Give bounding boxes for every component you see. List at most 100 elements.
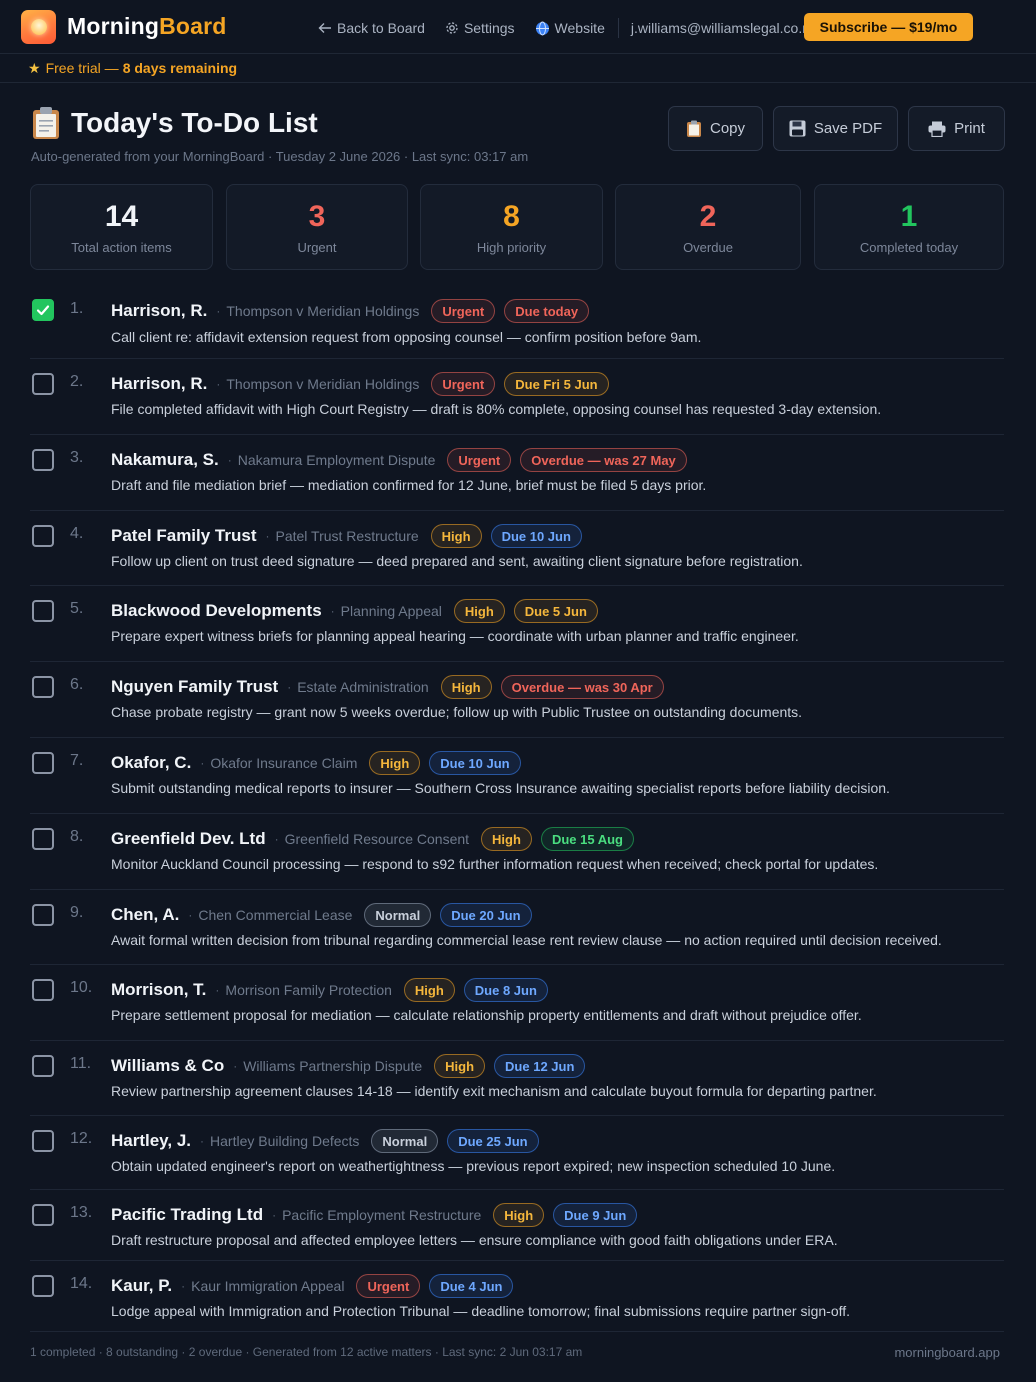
print-button[interactable]: Print [908, 106, 1005, 151]
checkmark-icon [36, 305, 50, 316]
task-checkbox[interactable] [32, 1275, 54, 1297]
task-checkbox[interactable] [32, 828, 54, 850]
separator-dot: · [200, 756, 205, 770]
task-row[interactable]: 11. Williams & Co · Williams Partnership Di… [30, 1041, 1004, 1116]
task-header: Kaur, P. · Kaur Immigration Appeal Urgent Du… [111, 1274, 522, 1298]
copy-button[interactable]: Copy [668, 106, 763, 151]
task-matter: Hartley Building Defects [210, 1133, 360, 1149]
task-client: Williams & Co [111, 1056, 225, 1075]
nav-settings[interactable]: Settings [445, 20, 515, 36]
task-row[interactable]: 8. Greenfield Dev. Ltd · Greenfield Resourc… [30, 814, 1004, 890]
save-pdf-button[interactable]: Save PDF [773, 106, 898, 151]
task-checkbox[interactable] [32, 676, 54, 698]
task-checkbox[interactable] [32, 299, 54, 321]
task-header: Williams & Co · Williams Partnership Dispu… [111, 1054, 594, 1078]
task-row[interactable]: 12. Hartley, J. · Hartley Building Defects N… [30, 1116, 1004, 1190]
task-row[interactable]: 14. Kaur, P. · Kaur Immigration Appeal Urgen… [30, 1261, 1004, 1332]
nav-website[interactable]: Website [535, 20, 605, 36]
top-bar: MorningBoard Back to Board Settings Webs… [0, 0, 1036, 54]
task-header: Nakamura, S. · Nakamura Employment Dispute… [111, 448, 696, 472]
task-client: Okafor, C. [111, 753, 192, 772]
task-description: Follow up client on trust deed signature… [111, 553, 803, 569]
task-number: 5. [70, 600, 84, 617]
task-checkbox[interactable] [32, 1055, 54, 1077]
task-description: Review partnership agreement clauses 14-… [111, 1083, 877, 1099]
task-matter: Kaur Immigration Appeal [191, 1278, 345, 1294]
trial-banner: ★ Free trial — 8 days remaining [0, 54, 1036, 83]
priority-badge: High [369, 751, 421, 775]
task-checkbox[interactable] [32, 373, 54, 395]
task-header: Pacific Trading Ltd · Pacific Employment R… [111, 1203, 646, 1227]
task-client: Pacific Trading Ltd [111, 1205, 264, 1224]
task-description: Monitor Auckland Council processing — re… [111, 856, 879, 872]
task-header: Morrison, T. · Morrison Family Protection H… [111, 978, 557, 1002]
task-number: 2. [70, 373, 84, 390]
task-row[interactable]: 1. Harrison, R. · Thompson v Meridian Holdi… [30, 290, 1004, 359]
task-matter: Williams Partnership Dispute [243, 1058, 423, 1074]
separator-dot: · [272, 1208, 277, 1222]
task-row[interactable]: 10. Morrison, T. · Morrison Family Protecti… [30, 965, 1004, 1041]
task-row[interactable]: 6. Nguyen Family Trust · Estate Administrat… [30, 662, 1004, 738]
task-row[interactable]: 2. Harrison, R. · Thompson v Meridian Holdi… [30, 359, 1004, 435]
separator-dot: · [274, 832, 279, 846]
stat-completed-today: 1 Completed today [814, 184, 1004, 270]
task-checkbox[interactable] [32, 449, 54, 471]
task-header: Chen, A. · Chen Commercial Lease Normal Due … [111, 903, 541, 927]
separator-dot: · [233, 1059, 238, 1073]
task-header: Blackwood Developments · Planning Appeal Hi… [111, 599, 607, 623]
footer-domain[interactable]: morningboard.app [894, 1345, 1000, 1360]
separator-dot: · [181, 1279, 186, 1293]
task-client: Patel Family Trust [111, 526, 257, 545]
due-badge: Due today [504, 299, 590, 323]
separator-dot: · [216, 304, 221, 318]
stat-high-priority: 8 High priority [420, 184, 603, 270]
task-client: Harrison, R. [111, 301, 208, 320]
priority-badge: High [434, 1054, 486, 1078]
globe-icon [535, 21, 549, 35]
task-description: Draft restructure proposal and affected … [111, 1232, 838, 1248]
task-row[interactable]: 5. Blackwood Developments · Planning Appeal… [30, 586, 1004, 662]
task-row[interactable]: 13. Pacific Trading Ltd · Pacific Employmen… [30, 1190, 1004, 1261]
task-row[interactable]: 3. Nakamura, S. · Nakamura Employment Dispu… [30, 435, 1004, 511]
task-checkbox[interactable] [32, 1130, 54, 1152]
subscribe-button[interactable]: Subscribe — $19/mo [804, 13, 973, 41]
task-checkbox[interactable] [32, 1204, 54, 1226]
due-badge: Due 10 Jun [490, 524, 582, 548]
priority-badge: High [403, 978, 455, 1002]
task-checkbox[interactable] [32, 904, 54, 926]
task-row[interactable]: 4. Patel Family Trust · Patel Trust Restruc… [30, 511, 1004, 586]
task-row[interactable]: 9. Chen, A. · Chen Commercial Lease Normal Du… [30, 890, 1004, 965]
due-badge: Due 12 Jun [494, 1054, 586, 1078]
brand-name[interactable]: MorningBoard [67, 13, 227, 40]
arrow-left-icon [318, 23, 331, 33]
task-number: 12. [70, 1130, 93, 1147]
separator-dot: · [227, 453, 232, 467]
trial-label: Free trial — [45, 60, 119, 76]
separator-dot: · [216, 377, 221, 391]
task-client: Blackwood Developments [111, 601, 322, 620]
task-description: Prepare expert witness briefs for planni… [111, 628, 799, 644]
separator-dot: · [188, 908, 193, 922]
priority-badge: Urgent [356, 1274, 421, 1298]
clipboard-icon [31, 106, 61, 140]
task-checkbox[interactable] [32, 752, 54, 774]
task-description: Prepare settlement proposal for mediatio… [111, 1007, 862, 1023]
task-header: Harrison, R. · Thompson v Meridian Holding… [111, 372, 618, 396]
task-matter: Thompson v Meridian Holdings [226, 303, 420, 319]
priority-badge: High [453, 599, 505, 623]
gear-icon [446, 22, 458, 34]
due-badge: Due 9 Jun [553, 1203, 638, 1227]
priority-badge: High [430, 524, 482, 548]
task-number: 9. [70, 904, 84, 921]
task-checkbox[interactable] [32, 979, 54, 1001]
separator-dot: · [330, 604, 335, 618]
task-checkbox[interactable] [32, 600, 54, 622]
printer-icon [928, 121, 946, 137]
account-email[interactable]: j.williams@williamslegal.co.nz [631, 20, 817, 36]
logo-icon[interactable] [21, 10, 56, 44]
separator-dot: · [215, 983, 220, 997]
task-checkbox[interactable] [32, 525, 54, 547]
nav-back-to-board[interactable]: Back to Board [318, 20, 425, 36]
task-row[interactable]: 7. Okafor, C. · Okafor Insurance Claim High D… [30, 738, 1004, 814]
task-number: 3. [70, 449, 84, 466]
